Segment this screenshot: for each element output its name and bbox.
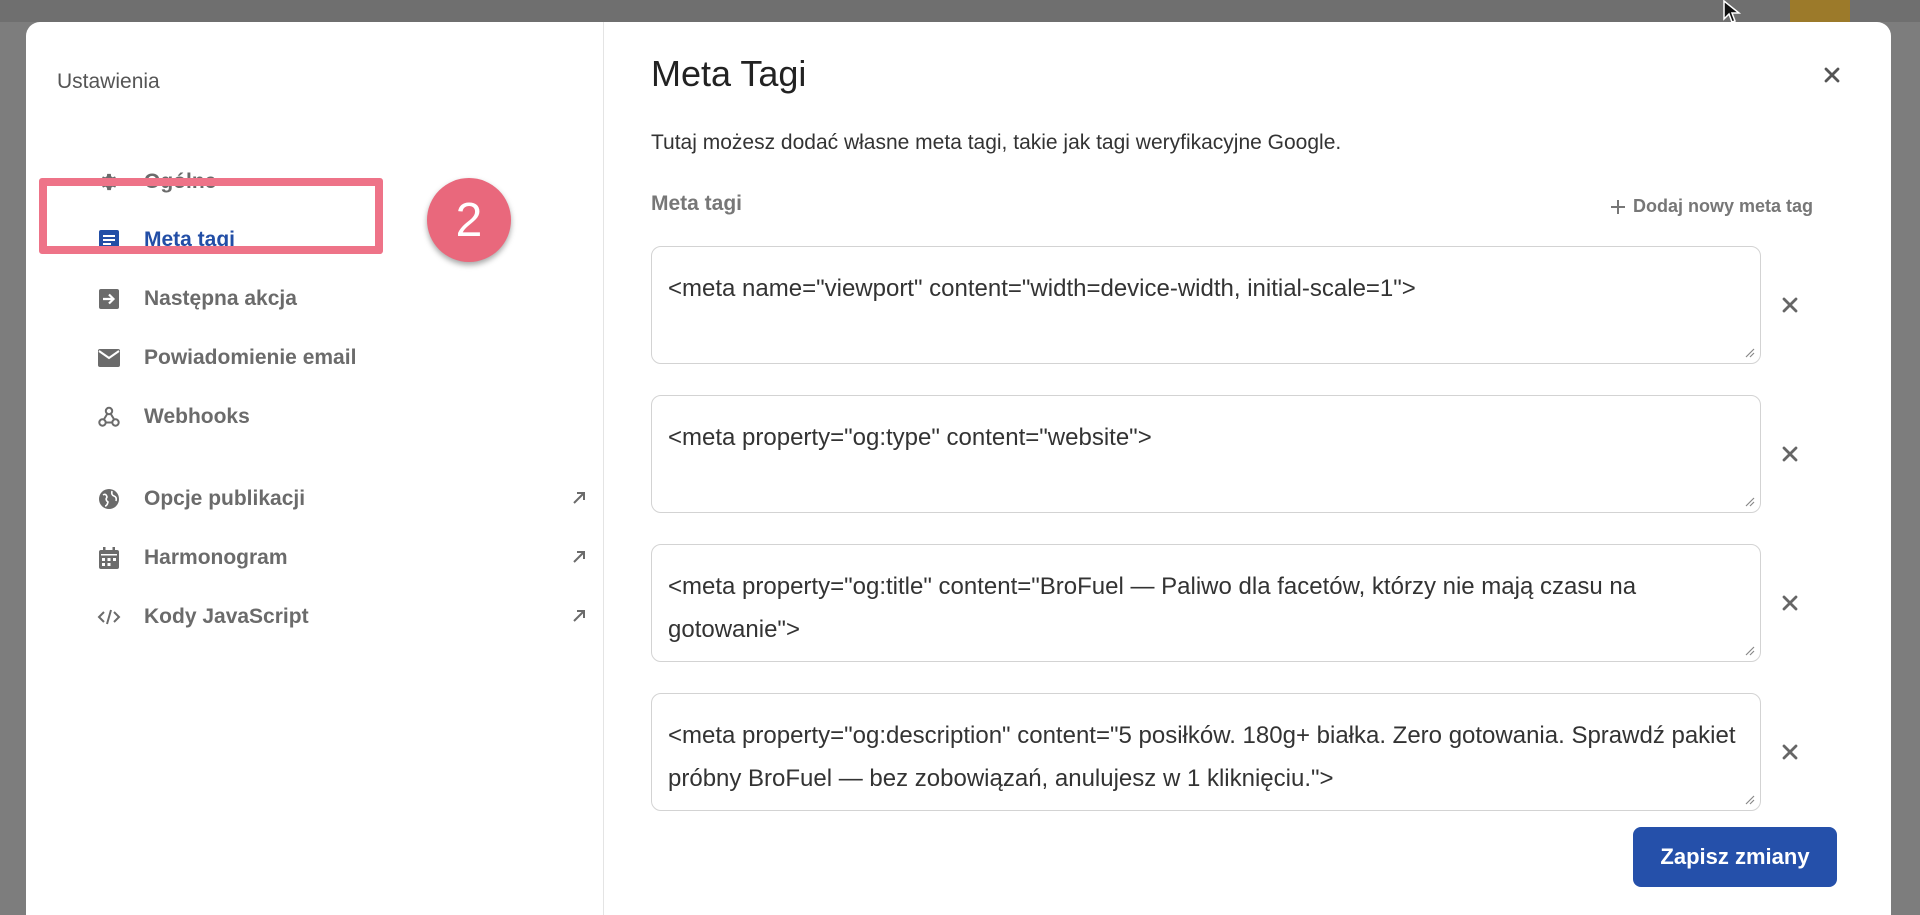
arrow-right-box-icon	[96, 286, 122, 312]
resize-grip-icon[interactable]	[1743, 793, 1755, 805]
remove-meta-tag-icon[interactable]	[1779, 592, 1801, 614]
meta-tags-panel: Meta Tagi Tutaj możesz dodać własne meta…	[604, 22, 1891, 915]
sidebar-item-label: Meta tagi	[144, 228, 236, 251]
mail-icon	[96, 345, 122, 371]
code-icon	[96, 604, 122, 630]
meta-tag-input[interactable]: <meta name="viewport" content="width=dev…	[651, 246, 1761, 364]
sidebar-item-label: Powiadomienie email	[144, 346, 357, 369]
document-icon	[96, 227, 122, 253]
sidebar-item-label: Webhooks	[144, 405, 250, 428]
meta-tag-input[interactable]: <meta property="og:type" content="websit…	[651, 395, 1761, 513]
page-title: Meta Tagi	[651, 53, 807, 94]
save-button[interactable]: Zapisz zmiany	[1633, 827, 1837, 887]
external-link-icon	[573, 551, 585, 563]
calendar-icon	[96, 545, 122, 571]
meta-tag-row: <meta property="og:title" content="BroFu…	[651, 544, 1761, 662]
section-label: Meta tagi	[651, 192, 743, 215]
remove-meta-tag-icon[interactable]	[1779, 741, 1801, 763]
sidebar-item-nastepna-akcja[interactable]: Następna akcja	[68, 277, 588, 321]
sidebar-item-ogolne[interactable]: Ogólne	[68, 160, 588, 204]
tutorial-step-badge: 2	[427, 178, 511, 262]
add-meta-tag-button[interactable]: Dodaj nowy meta tag	[1609, 196, 1813, 217]
background-app-accent	[1790, 0, 1850, 22]
settings-sidebar: Ustawienia Ogólne Meta tagi Następna akc…	[26, 22, 604, 915]
remove-meta-tag-icon[interactable]	[1779, 294, 1801, 316]
sidebar-item-label: Kody JavaScript	[144, 605, 309, 628]
settings-modal: Ustawienia Ogólne Meta tagi Następna akc…	[26, 22, 1891, 915]
resize-grip-icon[interactable]	[1743, 495, 1755, 507]
resize-grip-icon[interactable]	[1743, 644, 1755, 656]
plus-icon	[1610, 199, 1625, 214]
sidebar-item-label: Następna akcja	[144, 287, 297, 310]
webhook-icon	[96, 404, 122, 430]
sidebar-title: Ustawienia	[57, 70, 160, 93]
external-link-icon	[573, 610, 585, 622]
sidebar-item-label: Ogólne	[144, 170, 217, 193]
sidebar-item-label: Harmonogram	[144, 546, 288, 569]
meta-tag-row: <meta property="og:type" content="websit…	[651, 395, 1761, 513]
sidebar-item-powiadomienie-email[interactable]: Powiadomienie email	[68, 336, 588, 380]
meta-tag-row: <meta property="og:description" content=…	[651, 693, 1761, 811]
remove-meta-tag-icon[interactable]	[1779, 443, 1801, 465]
sidebar-item-label: Opcje publikacji	[144, 487, 306, 510]
globe-icon	[96, 486, 122, 512]
sidebar-item-webhooks[interactable]: Webhooks	[68, 395, 588, 439]
meta-tag-row: <meta name="viewport" content="width=dev…	[651, 246, 1761, 364]
add-meta-tag-label: Dodaj nowy meta tag	[1632, 196, 1813, 216]
page-description: Tutaj możesz dodać własne meta tagi, tak…	[651, 131, 1342, 154]
meta-tag-input[interactable]: <meta property="og:description" content=…	[651, 693, 1761, 811]
sidebar-item-opcje-publikacji[interactable]: Opcje publikacji	[68, 477, 588, 521]
meta-tag-input[interactable]: <meta property="og:title" content="BroFu…	[651, 544, 1761, 662]
external-link-icon	[573, 492, 585, 504]
background-app-bar	[0, 0, 1920, 22]
mouse-cursor-icon	[1723, 0, 1742, 23]
close-icon[interactable]	[1819, 62, 1845, 88]
sidebar-item-harmonogram[interactable]: Harmonogram	[68, 536, 588, 580]
sidebar-item-kody-javascript[interactable]: Kody JavaScript	[68, 595, 588, 639]
gear-icon	[96, 169, 122, 195]
resize-grip-icon[interactable]	[1743, 346, 1755, 358]
